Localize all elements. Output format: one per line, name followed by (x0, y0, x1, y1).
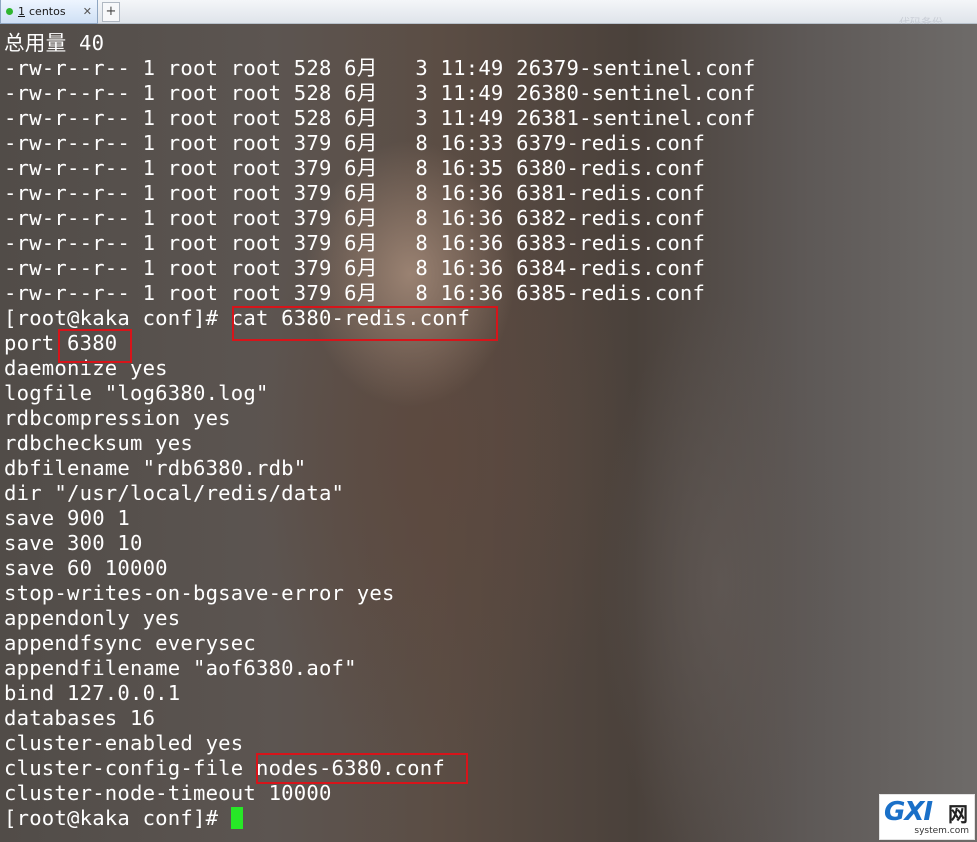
terminal-line: rdbcompression yes (4, 406, 231, 430)
terminal-output: 总用量 40 -rw-r--r-- 1 root root 528 6月 3 1… (4, 31, 756, 831)
watermark-site-text: system.com (914, 826, 969, 836)
highlight-box-port (58, 329, 132, 363)
tab-bar: 1 centos ✕ + 代码备份 (0, 0, 977, 29)
terminal-line: save 300 10 (4, 531, 143, 555)
terminal-line: save 60 10000 (4, 556, 168, 580)
terminal-line: -rw-r--r-- 1 root root 528 6月 3 11:49 26… (4, 81, 756, 105)
tab-number: 1 (18, 5, 25, 18)
terminal-line: databases 16 (4, 706, 156, 730)
terminal-line: -rw-r--r-- 1 root root 379 6月 8 16:36 63… (4, 181, 706, 205)
terminal-line: -rw-r--r-- 1 root root 528 6月 3 11:49 26… (4, 56, 756, 80)
terminal-line: save 900 1 (4, 506, 130, 530)
terminal-line: dir "/usr/local/redis/data" (4, 481, 345, 505)
terminal-line: cluster-node-timeout 10000 (4, 781, 332, 805)
close-icon[interactable]: ✕ (83, 5, 92, 18)
terminal-line: appendfsync everysec (4, 631, 256, 655)
terminal-prompt-line[interactable]: [root@kaka conf]# (4, 806, 756, 831)
terminal-line: appendonly yes (4, 606, 181, 630)
site-watermark-logo: GXI 网 system.com (879, 794, 975, 840)
watermark-logo-text: GXI (884, 797, 933, 827)
terminal-line: -rw-r--r-- 1 root root 379 6月 8 16:36 63… (4, 256, 706, 280)
terminal-line: -rw-r--r-- 1 root root 379 6月 8 16:33 63… (4, 131, 706, 155)
terminal-line: -rw-r--r-- 1 root root 528 6月 3 11:49 26… (4, 106, 756, 130)
new-tab-button[interactable]: + (102, 2, 120, 22)
terminal-line: logfile "log6380.log" (4, 381, 269, 405)
terminal-line: stop-writes-on-bgsave-error yes (4, 581, 395, 605)
highlight-box-command (232, 306, 498, 341)
connected-status-icon (6, 8, 13, 15)
terminal-line: bind 127.0.0.1 (4, 681, 181, 705)
terminal-line: rdbchecksum yes (4, 431, 193, 455)
terminal-line: -rw-r--r-- 1 root root 379 6月 8 16:36 63… (4, 281, 706, 305)
text-cursor (230, 807, 243, 829)
watermark-cn-text: 网 (948, 802, 968, 826)
terminal-line: -rw-r--r-- 1 root root 379 6月 8 16:36 63… (4, 231, 706, 255)
shell-prompt: [root@kaka conf]# (4, 806, 231, 830)
tab-title: centos (29, 5, 66, 18)
terminal-line: dbfilename "rdb6380.rdb" (4, 456, 307, 480)
terminal-line: -rw-r--r-- 1 root root 379 6月 8 16:35 63… (4, 156, 706, 180)
tab-centos[interactable]: 1 centos ✕ (0, 0, 98, 24)
highlight-box-nodes-file (256, 753, 468, 784)
terminal-line: 总用量 40 (4, 31, 105, 55)
terminal-screen[interactable]: 总用量 40 -rw-r--r-- 1 root root 528 6月 3 1… (0, 24, 977, 842)
terminal-line: -rw-r--r-- 1 root root 379 6月 8 16:36 63… (4, 206, 706, 230)
terminal-line: appendfilename "aof6380.aof" (4, 656, 357, 680)
